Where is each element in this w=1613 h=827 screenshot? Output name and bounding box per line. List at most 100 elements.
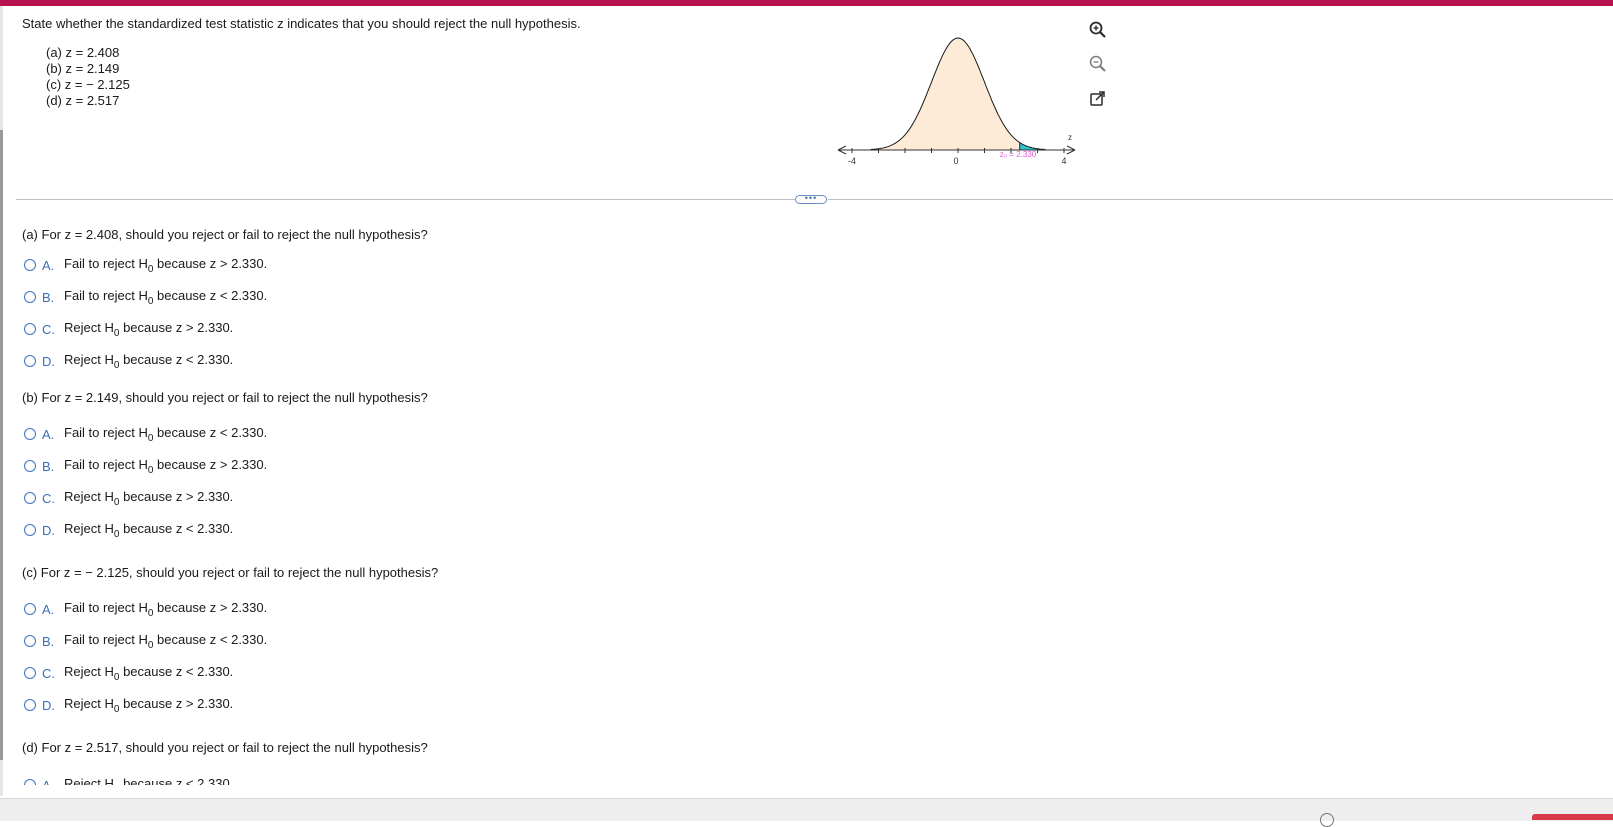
option-reason: because z < 2.330. bbox=[123, 520, 234, 536]
given-value-a: (a) z = 2.408 bbox=[46, 45, 120, 60]
section-divider bbox=[828, 199, 1613, 200]
option-action: Fail to reject bbox=[64, 631, 135, 647]
given-value-c: (c) z = − 2.125 bbox=[46, 77, 130, 92]
answer-option[interactable]: D. Reject H0 because z < 2.330. bbox=[24, 351, 233, 372]
question-prompt: (a) For z = 2.408, should you reject or … bbox=[22, 227, 428, 242]
option-reason: because z < 2.330. bbox=[157, 631, 268, 647]
option-letter: D. bbox=[42, 353, 55, 369]
radio-button[interactable] bbox=[24, 779, 36, 785]
option-reason: because z > 2.330. bbox=[157, 599, 268, 615]
clipped-option-row: A. Reject H0 because z < 2.330. bbox=[0, 776, 700, 785]
null-hypothesis-symbol: H0 bbox=[104, 695, 120, 716]
option-reason: because z < 2.330. bbox=[123, 776, 234, 785]
option-reason: because z < 2.330. bbox=[157, 287, 268, 303]
tick-label: -4 bbox=[848, 156, 856, 166]
question-prompt: (b) For z = 2.149, should you reject or … bbox=[22, 390, 428, 405]
option-action: Fail to reject bbox=[64, 424, 135, 440]
radio-button[interactable] bbox=[24, 635, 36, 647]
radio-button[interactable] bbox=[24, 492, 36, 504]
top-accent-bar bbox=[0, 0, 1613, 6]
expand-handle[interactable]: ••• bbox=[795, 194, 827, 204]
option-letter: C. bbox=[42, 665, 55, 681]
normal-distribution-chart: -4 0 4 z₀ = 2.330 z bbox=[837, 37, 1076, 166]
option-action: Fail to reject bbox=[64, 287, 135, 303]
zoom-out-icon[interactable] bbox=[1087, 53, 1109, 75]
null-hypothesis-symbol: H0 bbox=[138, 631, 154, 652]
option-action: Fail to reject bbox=[64, 255, 135, 271]
null-hypothesis-symbol: H0 bbox=[104, 488, 120, 509]
answer-option[interactable]: A. Fail to reject H0 because z > 2.330. bbox=[24, 599, 268, 620]
radio-button[interactable] bbox=[24, 355, 36, 367]
null-hypothesis-symbol: H0 bbox=[138, 255, 154, 276]
option-action: Reject bbox=[64, 520, 101, 536]
tick-label: 0 bbox=[953, 156, 958, 166]
option-letter: D. bbox=[42, 697, 55, 713]
instruction-text: State whether the standardized test stat… bbox=[22, 16, 581, 31]
answer-option[interactable]: B. Fail to reject H0 because z > 2.330. bbox=[24, 456, 268, 476]
option-letter: A. bbox=[42, 601, 55, 617]
bottom-status-bar bbox=[0, 798, 1613, 821]
null-hypothesis-symbol: H0 bbox=[104, 351, 120, 372]
option-letter: B. bbox=[42, 633, 55, 649]
radio-button[interactable] bbox=[24, 291, 36, 303]
section-divider bbox=[16, 199, 795, 200]
radio-button[interactable] bbox=[24, 524, 36, 536]
option-text: Reject H0 because z < 2.330. bbox=[64, 776, 233, 785]
bottom-action-button[interactable] bbox=[1532, 814, 1613, 820]
radio-button[interactable] bbox=[24, 667, 36, 679]
answer-option[interactable]: D. Reject H0 because z > 2.330. bbox=[24, 695, 234, 716]
option-action: Reject bbox=[64, 319, 101, 335]
null-hypothesis-symbol: H0 bbox=[104, 663, 120, 684]
option-text: Reject H0 because z < 2.330. bbox=[64, 351, 233, 372]
option-reason: because z > 2.330. bbox=[123, 488, 234, 504]
null-hypothesis-symbol: H0 bbox=[104, 319, 120, 340]
option-letter: B. bbox=[42, 458, 55, 474]
answer-option[interactable]: A. Reject H0 because z < 2.330. bbox=[24, 776, 233, 785]
null-hypothesis-symbol: H0 bbox=[104, 776, 119, 785]
option-text: Fail to reject H0 because z > 2.330. bbox=[64, 255, 267, 276]
option-text: Fail to reject H0 because z < 2.330. bbox=[64, 287, 268, 308]
option-action: Reject bbox=[64, 695, 101, 711]
answer-option[interactable]: D. Reject H0 because z < 2.330. bbox=[24, 520, 234, 541]
radio-button[interactable] bbox=[24, 259, 36, 271]
option-text: Fail to reject H0 because z < 2.330. bbox=[64, 631, 268, 652]
zoom-in-icon[interactable] bbox=[1087, 19, 1109, 41]
option-letter: B. bbox=[42, 289, 55, 305]
answer-option[interactable]: B. Fail to reject H0 because z < 2.330. bbox=[24, 287, 268, 308]
option-reason: because z > 2.330. bbox=[123, 319, 234, 335]
answer-option[interactable]: A. Fail to reject H0 because z > 2.330. bbox=[24, 255, 267, 276]
left-scroll-thumb[interactable] bbox=[0, 130, 3, 760]
option-reason: because z < 2.330. bbox=[157, 424, 268, 440]
radio-button[interactable] bbox=[24, 428, 36, 440]
question-prompt: (d) For z = 2.517, should you reject or … bbox=[22, 740, 428, 755]
option-action: Reject bbox=[64, 351, 101, 367]
tick-label: 4 bbox=[1061, 156, 1066, 166]
option-letter: C. bbox=[42, 321, 55, 337]
radio-button[interactable] bbox=[24, 603, 36, 615]
radio-button[interactable] bbox=[24, 699, 36, 711]
given-value-b: (b) z = 2.149 bbox=[46, 61, 120, 76]
radio-button[interactable] bbox=[24, 323, 36, 335]
given-value-d: (d) z = 2.517 bbox=[46, 93, 120, 108]
answer-option[interactable]: B. Fail to reject H0 because z < 2.330. bbox=[24, 631, 268, 652]
option-reason: because z > 2.330. bbox=[123, 695, 234, 711]
answer-option[interactable]: C. Reject H0 because z > 2.330. bbox=[24, 488, 234, 509]
option-letter: C. bbox=[42, 490, 55, 506]
null-hypothesis-symbol: H0 bbox=[138, 424, 154, 445]
popout-icon[interactable] bbox=[1087, 88, 1109, 110]
null-hypothesis-symbol: H0 bbox=[138, 599, 154, 620]
x-axis-label: z bbox=[1068, 133, 1072, 142]
option-letter: A. bbox=[42, 777, 55, 786]
option-reason: because z > 2.330. bbox=[157, 456, 268, 472]
answer-option[interactable]: C. Reject H0 because z < 2.330. bbox=[24, 663, 233, 684]
null-hypothesis-symbol: H0 bbox=[104, 520, 120, 541]
critical-value-label: z₀ = 2.330 bbox=[1000, 150, 1037, 159]
option-letter: D. bbox=[42, 522, 55, 538]
answer-option[interactable]: C. Reject H0 because z > 2.330. bbox=[24, 319, 234, 340]
radio-button[interactable] bbox=[24, 460, 36, 472]
option-action: Reject bbox=[64, 776, 101, 785]
help-icon[interactable] bbox=[1320, 813, 1334, 827]
answer-option[interactable]: A. Fail to reject H0 because z < 2.330. bbox=[24, 424, 268, 445]
option-action: Fail to reject bbox=[64, 599, 135, 615]
option-action: Reject bbox=[64, 663, 101, 679]
